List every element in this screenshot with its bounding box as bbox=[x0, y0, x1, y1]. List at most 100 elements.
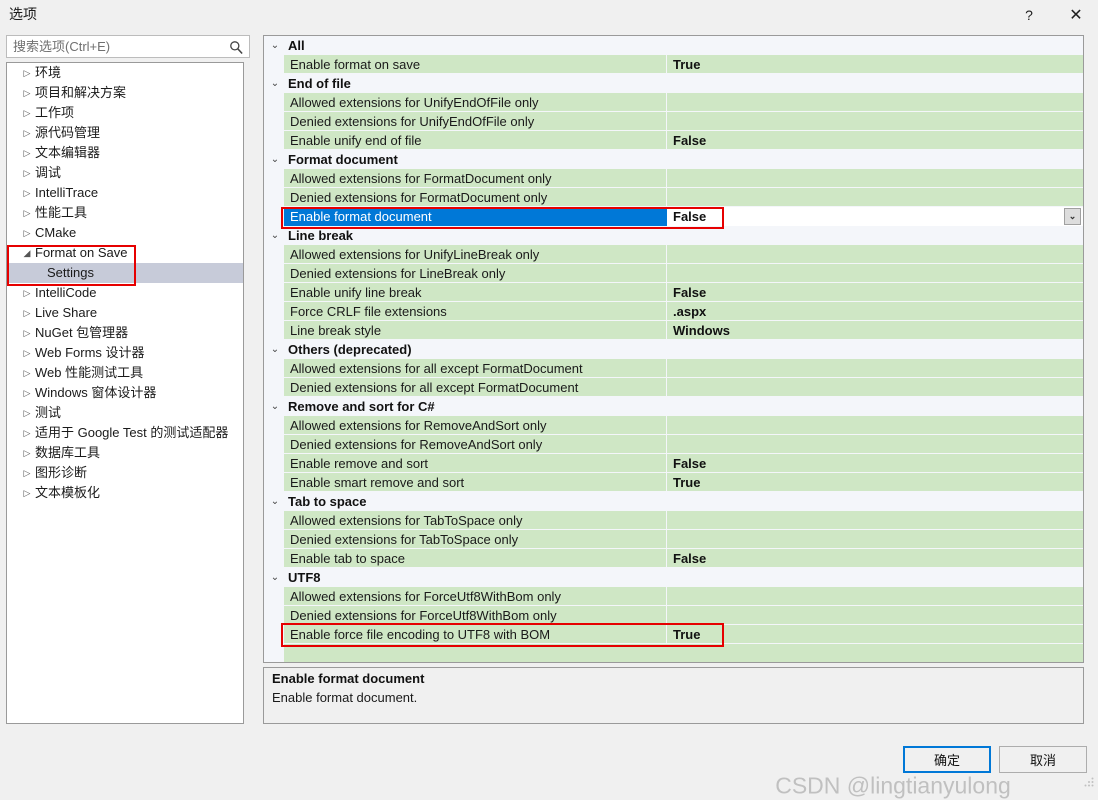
chevron-right-icon[interactable]: ▷ bbox=[19, 403, 35, 423]
chevron-down-icon[interactable]: ⌄ bbox=[268, 150, 282, 169]
grid-property-row[interactable]: Denied extensions for RemoveAndSort only bbox=[264, 435, 1083, 454]
grid-property-name[interactable]: Allowed extensions for RemoveAndSort onl… bbox=[284, 416, 667, 435]
sidebar-item-环境[interactable]: ▷环境 bbox=[7, 63, 243, 83]
grid-property-name[interactable]: Denied extensions for UnifyEndOfFile onl… bbox=[284, 112, 667, 131]
grid-property-row[interactable]: Enable remove and sortFalse bbox=[264, 454, 1083, 473]
options-tree[interactable]: ▷环境▷项目和解决方案▷工作项▷源代码管理▷文本编辑器▷调试▷IntelliTr… bbox=[6, 62, 244, 724]
grid-property-value[interactable] bbox=[667, 606, 1083, 625]
grid-property-value[interactable] bbox=[667, 378, 1083, 397]
grid-property-value[interactable] bbox=[667, 245, 1083, 264]
chevron-down-icon[interactable]: ⌄ bbox=[268, 340, 282, 359]
chevron-right-icon[interactable]: ▷ bbox=[19, 343, 35, 363]
grid-property-value[interactable]: False bbox=[667, 454, 1083, 473]
grid-property-name[interactable]: Enable unify line break bbox=[284, 283, 667, 302]
sidebar-item-web-forms-设计器[interactable]: ▷Web Forms 设计器 bbox=[7, 343, 243, 363]
grid-property-name[interactable]: Enable unify end of file bbox=[284, 131, 667, 150]
grid-property-value[interactable] bbox=[667, 435, 1083, 454]
grid-property-name[interactable]: Denied extensions for all except FormatD… bbox=[284, 378, 667, 397]
chevron-down-icon[interactable]: ⌄ bbox=[268, 397, 282, 416]
chevron-right-icon[interactable]: ▷ bbox=[19, 303, 35, 323]
sidebar-item-工作项[interactable]: ▷工作项 bbox=[7, 103, 243, 123]
grid-property-row[interactable]: Denied extensions for TabToSpace only bbox=[264, 530, 1083, 549]
cancel-button[interactable]: 取消 bbox=[999, 746, 1087, 773]
grid-property-name[interactable]: Force CRLF file extensions bbox=[284, 302, 667, 321]
grid-property-value[interactable]: False bbox=[667, 131, 1083, 150]
sidebar-item-windows-窗体设计器[interactable]: ▷Windows 窗体设计器 bbox=[7, 383, 243, 403]
grid-property-value[interactable] bbox=[667, 530, 1083, 549]
chevron-down-icon[interactable]: ⌄ bbox=[268, 226, 282, 245]
chevron-down-icon[interactable]: ⌄ bbox=[1064, 208, 1081, 225]
grid-property-value[interactable]: False bbox=[667, 283, 1083, 302]
grid-property-value[interactable]: True bbox=[667, 625, 1083, 644]
grid-property-row[interactable]: Denied extensions for LineBreak only bbox=[264, 264, 1083, 283]
grid-property-name[interactable]: Denied extensions for RemoveAndSort only bbox=[284, 435, 667, 454]
grid-property-row[interactable]: Allowed extensions for RemoveAndSort onl… bbox=[264, 416, 1083, 435]
grid-property-row[interactable]: Allowed extensions for TabToSpace only bbox=[264, 511, 1083, 530]
chevron-down-icon[interactable]: ⌄ bbox=[268, 492, 282, 511]
grid-category-row[interactable]: ⌄Line break bbox=[264, 226, 1083, 245]
sidebar-item-文本模板化[interactable]: ▷文本模板化 bbox=[7, 483, 243, 503]
chevron-right-icon[interactable]: ▷ bbox=[19, 203, 35, 223]
grid-property-row[interactable]: Enable format on saveTrue bbox=[264, 55, 1083, 74]
grid-property-name[interactable]: Denied extensions for TabToSpace only bbox=[284, 530, 667, 549]
sidebar-item-settings[interactable]: Settings bbox=[7, 263, 243, 283]
grid-property-name[interactable]: Enable format document bbox=[284, 207, 667, 226]
sidebar-item-调试[interactable]: ▷调试 bbox=[7, 163, 243, 183]
sidebar-item-源代码管理[interactable]: ▷源代码管理 bbox=[7, 123, 243, 143]
chevron-down-icon[interactable]: ⌄ bbox=[268, 74, 282, 93]
grid-property-row[interactable]: Denied extensions for ForceUtf8WithBom o… bbox=[264, 606, 1083, 625]
ok-button[interactable]: 确定 bbox=[903, 746, 991, 773]
chevron-down-icon[interactable]: ⌄ bbox=[268, 568, 282, 587]
grid-property-name[interactable]: Denied extensions for ForceUtf8WithBom o… bbox=[284, 606, 667, 625]
grid-property-value[interactable] bbox=[667, 112, 1083, 131]
chevron-right-icon[interactable]: ▷ bbox=[19, 143, 35, 163]
grid-property-row[interactable]: Force CRLF file extensions.aspx bbox=[264, 302, 1083, 321]
resize-grip[interactable] bbox=[1083, 776, 1095, 788]
grid-category-row[interactable]: ⌄Tab to space bbox=[264, 492, 1083, 511]
grid-property-row[interactable]: Denied extensions for all except FormatD… bbox=[264, 378, 1083, 397]
sidebar-item-cmake[interactable]: ▷CMake bbox=[7, 223, 243, 243]
chevron-right-icon[interactable]: ▷ bbox=[19, 463, 35, 483]
grid-property-name[interactable]: Allowed extensions for TabToSpace only bbox=[284, 511, 667, 530]
grid-property-value[interactable]: True bbox=[667, 473, 1083, 492]
grid-property-value[interactable] bbox=[667, 511, 1083, 530]
grid-category-row[interactable]: ⌄Others (deprecated) bbox=[264, 340, 1083, 359]
chevron-right-icon[interactable]: ▷ bbox=[19, 483, 35, 503]
sidebar-item-数据库工具[interactable]: ▷数据库工具 bbox=[7, 443, 243, 463]
sidebar-item-适用于-google-test-的测试适配器[interactable]: ▷适用于 Google Test 的测试适配器 bbox=[7, 423, 243, 443]
grid-property-name[interactable]: Enable tab to space bbox=[284, 549, 667, 568]
grid-property-name[interactable]: Line break style bbox=[284, 321, 667, 340]
chevron-right-icon[interactable]: ▷ bbox=[19, 323, 35, 343]
chevron-right-icon[interactable]: ▷ bbox=[19, 223, 35, 243]
grid-property-row[interactable]: Allowed extensions for UnifyLineBreak on… bbox=[264, 245, 1083, 264]
grid-property-row[interactable]: Allowed extensions for ForceUtf8WithBom … bbox=[264, 587, 1083, 606]
chevron-right-icon[interactable]: ▷ bbox=[19, 423, 35, 443]
grid-property-value[interactable] bbox=[667, 587, 1083, 606]
chevron-down-icon[interactable]: ◢ bbox=[19, 243, 35, 263]
grid-category-row[interactable]: ⌄End of file bbox=[264, 74, 1083, 93]
chevron-right-icon[interactable]: ▷ bbox=[19, 103, 35, 123]
grid-property-name[interactable]: Enable remove and sort bbox=[284, 454, 667, 473]
sidebar-item-live-share[interactable]: ▷Live Share bbox=[7, 303, 243, 323]
grid-property-name[interactable]: Allowed extensions for UnifyEndOfFile on… bbox=[284, 93, 667, 112]
chevron-right-icon[interactable]: ▷ bbox=[19, 123, 35, 143]
chevron-right-icon[interactable]: ▷ bbox=[19, 283, 35, 303]
chevron-right-icon[interactable]: ▷ bbox=[19, 83, 35, 103]
chevron-right-icon[interactable]: ▷ bbox=[19, 363, 35, 383]
grid-property-value[interactable] bbox=[667, 359, 1083, 378]
grid-property-row[interactable]: Enable format documentFalse⌄ bbox=[264, 207, 1083, 226]
grid-property-value[interactable]: .aspx bbox=[667, 302, 1083, 321]
grid-category-row[interactable]: ⌄UTF8 bbox=[264, 568, 1083, 587]
chevron-down-icon[interactable]: ⌄ bbox=[268, 36, 282, 55]
properties-grid[interactable]: ⌄AllEnable format on saveTrue⌄End of fil… bbox=[263, 35, 1084, 663]
grid-property-row[interactable]: Enable unify end of fileFalse bbox=[264, 131, 1083, 150]
grid-property-row[interactable]: Line break styleWindows bbox=[264, 321, 1083, 340]
grid-category-row[interactable]: ⌄All bbox=[264, 36, 1083, 55]
chevron-right-icon[interactable]: ▷ bbox=[19, 383, 35, 403]
grid-category-row[interactable]: ⌄Format document bbox=[264, 150, 1083, 169]
sidebar-item-format-on-save[interactable]: ◢Format on Save bbox=[7, 243, 243, 263]
grid-property-value[interactable]: Windows bbox=[667, 321, 1083, 340]
grid-property-name[interactable]: Allowed extensions for FormatDocument on… bbox=[284, 169, 667, 188]
grid-property-name[interactable]: Enable format on save bbox=[284, 55, 667, 74]
grid-property-value[interactable]: True bbox=[667, 55, 1083, 74]
